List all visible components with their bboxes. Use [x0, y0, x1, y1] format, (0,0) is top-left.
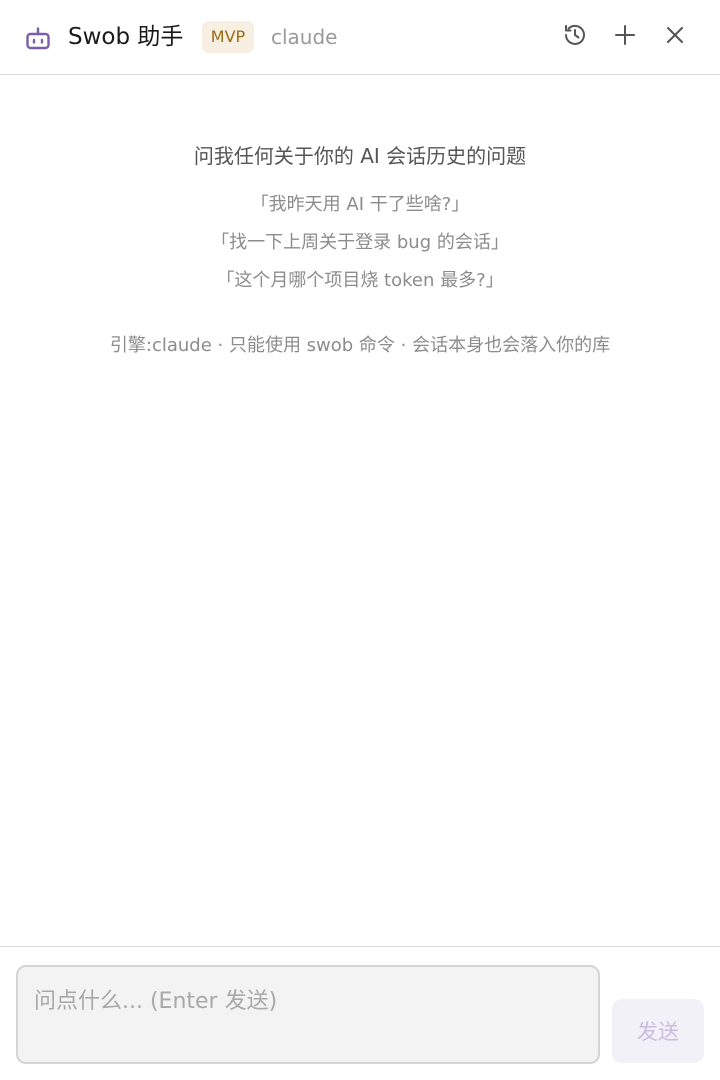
panel-title: Swob 助手	[68, 24, 184, 50]
engine-label: claude	[271, 25, 338, 49]
mvp-badge: MVP	[202, 21, 254, 53]
new-chat-button[interactable]	[608, 20, 642, 54]
example-prompts: 「我昨天用 AI 干了些啥?」 「找一下上周关于登录 bug 的会话」 「这个月…	[0, 186, 720, 300]
empty-state: 问我任何关于你的 AI 会话历史的问题 「我昨天用 AI 干了些啥?」 「找一下…	[0, 140, 720, 360]
send-button[interactable]: 发送	[612, 999, 704, 1063]
example-prompt[interactable]: 「找一下上周关于登录 bug 的会话」	[0, 224, 720, 262]
close-icon	[662, 22, 688, 52]
robot-icon	[24, 24, 52, 52]
empty-state-title: 问我任何关于你的 AI 会话历史的问题	[193, 144, 527, 168]
composer: 发送	[0, 946, 720, 1080]
example-prompt[interactable]: 「这个月哪个项目烧 token 最多?」	[0, 262, 720, 300]
example-prompt[interactable]: 「我昨天用 AI 干了些啥?」	[0, 186, 720, 224]
assistant-panel: Swob 助手 MVP claude 问我任何关于你的 AI 会话历史的问题 「…	[0, 0, 720, 1080]
message-input[interactable]	[16, 965, 600, 1064]
engine-note: 引擎:claude · 只能使用 swob 命令 · 会话本身也会落入你的库	[109, 335, 611, 356]
close-button[interactable]	[658, 20, 692, 54]
plus-icon	[612, 22, 638, 52]
history-icon	[562, 22, 588, 52]
history-button[interactable]	[558, 20, 592, 54]
header: Swob 助手 MVP claude	[0, 0, 720, 75]
